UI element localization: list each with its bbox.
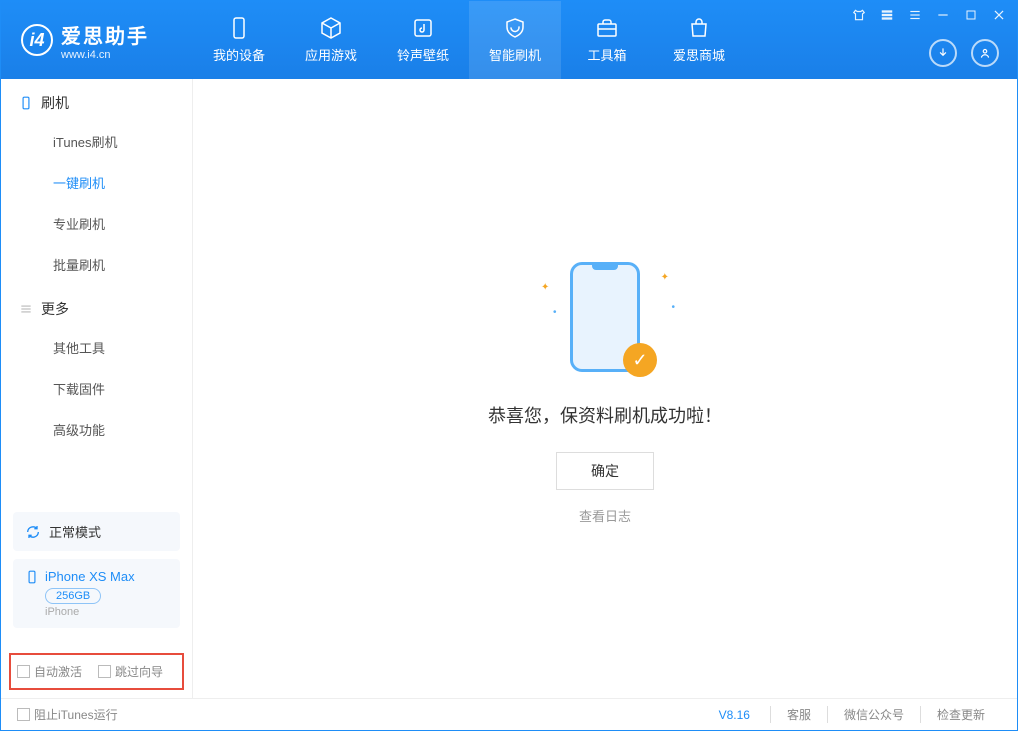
minimize-icon[interactable] xyxy=(935,7,951,23)
phone-icon xyxy=(227,16,251,40)
success-message: 恭喜您，保资料刷机成功啦！ xyxy=(488,402,722,428)
download-button[interactable] xyxy=(929,39,957,67)
sidebar-item-itunes-flash[interactable]: iTunes刷机 xyxy=(1,121,192,162)
refresh-shield-icon xyxy=(503,16,527,40)
menu-icon[interactable] xyxy=(879,7,895,23)
sidebar-item-batch-flash[interactable]: 批量刷机 xyxy=(1,244,192,285)
highlighted-options: 自动激活 跳过向导 xyxy=(9,653,184,690)
checkbox-icon xyxy=(17,708,30,721)
tshirt-icon[interactable] xyxy=(851,7,867,23)
checkbox-icon xyxy=(98,665,111,678)
checkbox-icon xyxy=(17,665,30,678)
nav-tab-media[interactable]: 铃声壁纸 xyxy=(377,1,469,79)
sidebar: 刷机 iTunes刷机 一键刷机 专业刷机 批量刷机 更多 其他工具 下载固件 … xyxy=(1,79,193,698)
sidebar-item-oneclick-flash[interactable]: 一键刷机 xyxy=(1,162,192,203)
sync-icon xyxy=(25,524,41,540)
phone-small-icon xyxy=(25,570,39,584)
nav-tab-device[interactable]: 我的设备 xyxy=(193,1,285,79)
device-info-card[interactable]: iPhone XS Max 256GB iPhone xyxy=(13,559,180,628)
status-link-update[interactable]: 检查更新 xyxy=(920,706,1001,723)
nav-tab-apps[interactable]: 应用游戏 xyxy=(285,1,377,79)
skip-guide-checkbox[interactable]: 跳过向导 xyxy=(98,663,163,680)
sidebar-section-more[interactable]: 更多 xyxy=(1,285,192,327)
sidebar-item-other-tools[interactable]: 其他工具 xyxy=(1,327,192,368)
view-log-link[interactable]: 查看日志 xyxy=(579,506,631,525)
list-icon[interactable] xyxy=(907,7,923,23)
device-name: iPhone XS Max xyxy=(45,569,135,584)
prevent-itunes-checkbox[interactable]: 阻止iTunes运行 xyxy=(17,706,118,723)
auto-activate-checkbox[interactable]: 自动激活 xyxy=(17,663,82,680)
app-header: i4 爱思助手 www.i4.cn 我的设备 应用游戏 铃声壁纸 智能刷机 工具… xyxy=(1,1,1017,79)
close-icon[interactable] xyxy=(991,7,1007,23)
device-mode-card[interactable]: 正常模式 xyxy=(13,512,180,551)
app-logo-icon: i4 xyxy=(21,24,53,56)
ok-button[interactable]: 确定 xyxy=(556,452,654,490)
music-folder-icon xyxy=(411,16,435,40)
sidebar-item-advanced[interactable]: 高级功能 xyxy=(1,409,192,450)
header-action-circles xyxy=(929,39,999,67)
app-title: 爱思助手 xyxy=(61,20,149,49)
menu-small-icon xyxy=(19,302,33,316)
device-mode-label: 正常模式 xyxy=(49,522,101,541)
sidebar-item-download-firmware[interactable]: 下载固件 xyxy=(1,368,192,409)
device-type-label: iPhone xyxy=(45,606,168,618)
bag-icon xyxy=(687,16,711,40)
user-button[interactable] xyxy=(971,39,999,67)
main-content: ✦ • ✦ • ✓ 恭喜您，保资料刷机成功啦！ 确定 查看日志 xyxy=(193,79,1017,698)
version-label: V8.16 xyxy=(719,708,750,722)
checkmark-badge-icon: ✓ xyxy=(623,343,657,377)
nav-tab-flash[interactable]: 智能刷机 xyxy=(469,1,561,79)
status-link-wechat[interactable]: 微信公众号 xyxy=(827,706,920,723)
nav-tabs: 我的设备 应用游戏 铃声壁纸 智能刷机 工具箱 爱思商城 xyxy=(193,1,745,79)
nav-tab-store[interactable]: 爱思商城 xyxy=(653,1,745,79)
sidebar-section-flash[interactable]: 刷机 xyxy=(1,79,192,121)
device-storage-badge: 256GB xyxy=(45,588,101,604)
device-small-icon xyxy=(19,96,33,110)
toolbox-icon xyxy=(595,16,619,40)
logo-section: i4 爱思助手 www.i4.cn xyxy=(1,1,193,79)
app-url: www.i4.cn xyxy=(61,49,149,61)
maximize-icon[interactable] xyxy=(963,7,979,23)
cube-icon xyxy=(319,16,343,40)
nav-tab-toolbox[interactable]: 工具箱 xyxy=(561,1,653,79)
status-bar: 阻止iTunes运行 V8.16 客服 微信公众号 检查更新 xyxy=(1,698,1017,730)
success-illustration: ✦ • ✦ • ✓ xyxy=(535,252,675,382)
sidebar-item-pro-flash[interactable]: 专业刷机 xyxy=(1,203,192,244)
status-link-support[interactable]: 客服 xyxy=(770,706,827,723)
window-controls xyxy=(851,7,1007,23)
